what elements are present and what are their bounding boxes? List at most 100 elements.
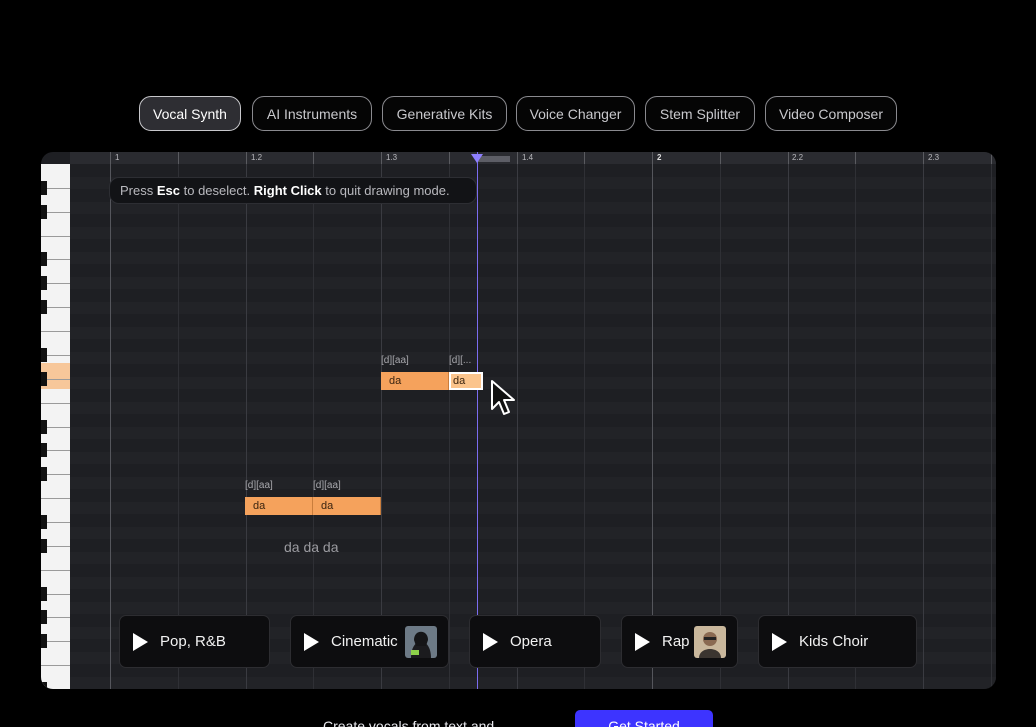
note-phonemes: [d][aa] bbox=[381, 355, 409, 366]
grid-row bbox=[70, 426, 996, 439]
playhead-handle[interactable] bbox=[471, 154, 483, 163]
piano-black-key[interactable] bbox=[41, 634, 47, 649]
grid-row bbox=[70, 364, 996, 377]
ruler-tickmark bbox=[719, 152, 721, 164]
tab-ai-instruments[interactable]: AI Instruments bbox=[252, 96, 372, 131]
grid-line bbox=[516, 164, 518, 689]
grid-line bbox=[719, 164, 721, 689]
grid-row bbox=[70, 326, 996, 339]
play-icon bbox=[483, 632, 498, 651]
tab-vocal-synth[interactable]: Vocal Synth bbox=[139, 96, 241, 131]
tab-stem-splitter[interactable]: Stem Splitter bbox=[645, 96, 755, 131]
ruler-tickmark bbox=[448, 152, 450, 164]
get-started-button[interactable]: Get Started bbox=[575, 710, 713, 727]
grid-line bbox=[787, 164, 789, 689]
tab-voice-changer[interactable]: Voice Changer bbox=[516, 96, 635, 131]
grid-row bbox=[70, 401, 996, 414]
piano-black-key[interactable] bbox=[41, 252, 47, 267]
grid-line bbox=[177, 164, 179, 689]
grid-line bbox=[923, 164, 924, 689]
grid-row bbox=[70, 376, 996, 389]
hint-quit: to quit drawing mode. bbox=[325, 183, 450, 198]
grid-row bbox=[70, 601, 996, 614]
piano-keyboard[interactable] bbox=[41, 164, 70, 689]
ruler-tickmark bbox=[990, 152, 992, 164]
note-phonemes: [d][... bbox=[449, 355, 472, 366]
grid-row bbox=[70, 551, 996, 564]
piano-key-divider bbox=[41, 569, 70, 571]
piano-roll-editor[interactable]: 1 1.2 1.3 1.4 2 2.2 2.3 Press Esc to des… bbox=[41, 152, 996, 689]
preset-pop-rnb[interactable]: Pop, R&B bbox=[119, 615, 270, 668]
grid-row bbox=[70, 526, 996, 539]
timeline-ruler[interactable]: 1 1.2 1.3 1.4 2 2.2 2.3 bbox=[70, 152, 996, 164]
footer-tagline: Create vocals from text and bbox=[323, 718, 495, 727]
grid-row bbox=[70, 501, 996, 514]
note-lyric: da bbox=[253, 500, 266, 512]
ruler-tickmark bbox=[584, 152, 586, 164]
grid-line bbox=[110, 164, 111, 689]
preset-rap[interactable]: Rap bbox=[621, 615, 738, 668]
grid-row bbox=[70, 289, 996, 302]
piano-key-divider bbox=[41, 498, 70, 500]
piano-black-key[interactable] bbox=[41, 443, 47, 458]
piano-black-key[interactable] bbox=[41, 180, 47, 195]
playhead[interactable] bbox=[477, 152, 478, 689]
ruler-tick-2-2: 2.2 bbox=[792, 153, 804, 162]
ruler-tickmark bbox=[313, 152, 315, 164]
piano-black-key[interactable] bbox=[41, 300, 47, 315]
grid-row bbox=[70, 489, 996, 502]
note-block[interactable]: da bbox=[313, 497, 381, 515]
note-lyric: da bbox=[453, 375, 466, 387]
piano-black-key[interactable] bbox=[41, 586, 47, 601]
preset-cinematic[interactable]: Cinematic bbox=[290, 615, 449, 668]
note-block[interactable]: da bbox=[245, 497, 313, 515]
piano-black-key[interactable] bbox=[41, 276, 47, 291]
grid-row bbox=[70, 301, 996, 314]
note-lyric: da bbox=[321, 500, 334, 512]
grid-row bbox=[70, 351, 996, 364]
grid-row bbox=[70, 314, 996, 327]
ruler-tick-1-3: 1.3 bbox=[386, 153, 398, 162]
grid-line bbox=[990, 164, 992, 689]
ruler-tick-1-2: 1.2 bbox=[251, 153, 263, 162]
piano-black-key[interactable] bbox=[41, 514, 47, 529]
grid-row bbox=[70, 264, 996, 277]
grid-row bbox=[70, 576, 996, 589]
note-grid[interactable]: 1 1.2 1.3 1.4 2 2.2 2.3 Press Esc to des… bbox=[70, 152, 996, 689]
grid-row bbox=[70, 251, 996, 264]
tab-video-composer[interactable]: Video Composer bbox=[765, 96, 897, 131]
note-block[interactable]: da bbox=[381, 372, 449, 390]
grid-line bbox=[448, 164, 450, 689]
note-block-selected[interactable]: da bbox=[449, 372, 483, 390]
grid-row bbox=[70, 539, 996, 552]
preset-opera[interactable]: Opera bbox=[469, 615, 601, 668]
piano-black-key[interactable] bbox=[41, 204, 47, 219]
ruler-tickmark bbox=[245, 152, 247, 164]
preset-kids-choir[interactable]: Kids Choir bbox=[758, 615, 917, 668]
grid-row bbox=[70, 214, 996, 227]
grid-line bbox=[584, 164, 586, 689]
piano-black-key[interactable] bbox=[41, 682, 47, 689]
grid-line bbox=[652, 164, 653, 689]
preset-label: Opera bbox=[510, 633, 552, 650]
lyric-text[interactable]: da da da bbox=[284, 539, 339, 555]
piano-black-key[interactable] bbox=[41, 371, 47, 386]
piano-black-key[interactable] bbox=[41, 467, 47, 482]
mouse-cursor-icon bbox=[491, 380, 515, 415]
grid-row bbox=[70, 564, 996, 577]
ruler-tick-1: 1 bbox=[115, 153, 120, 162]
grid-row bbox=[70, 239, 996, 252]
grid-row bbox=[70, 439, 996, 452]
ruler-tickmark bbox=[652, 152, 653, 164]
tab-generative-kits[interactable]: Generative Kits bbox=[382, 96, 507, 131]
grid-row bbox=[70, 676, 996, 689]
piano-black-key[interactable] bbox=[41, 610, 47, 625]
rap-thumbnail bbox=[694, 626, 726, 658]
ruler-tick-2-3: 2.3 bbox=[928, 153, 940, 162]
ruler-tickmark bbox=[923, 152, 924, 164]
piano-black-key[interactable] bbox=[41, 419, 47, 434]
piano-black-key[interactable] bbox=[41, 347, 47, 362]
grid-line bbox=[855, 164, 857, 689]
piano-black-key[interactable] bbox=[41, 538, 47, 553]
preset-bar: Pop, R&B Cinematic Opera Rap Kids Choir bbox=[70, 615, 996, 670]
